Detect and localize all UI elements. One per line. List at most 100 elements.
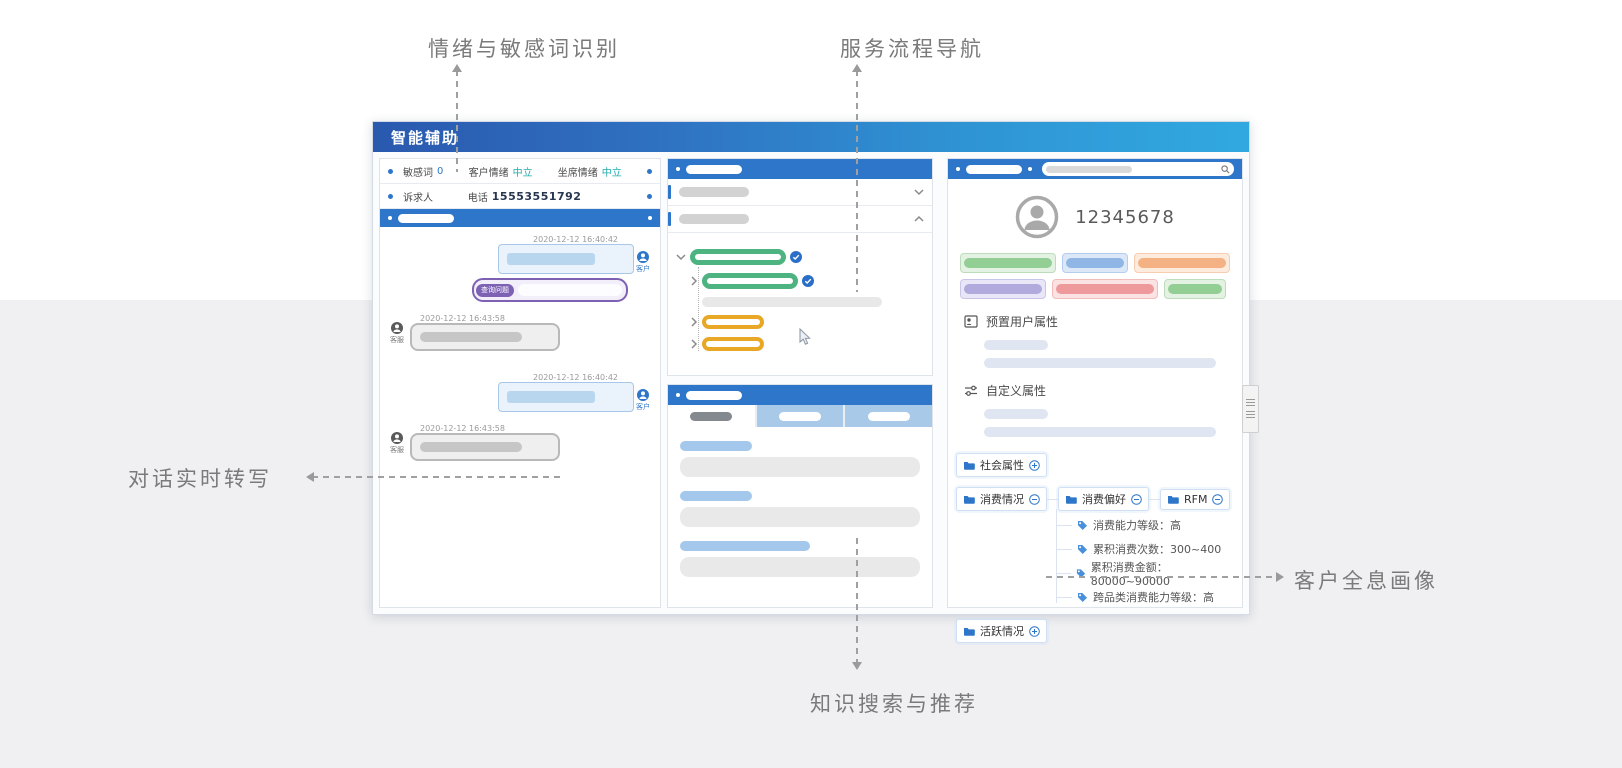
- panel-title-placeholder: [966, 165, 1022, 174]
- attribute-placeholder: [984, 358, 1216, 368]
- chat-message-customer: 2020-12-12 16:40:42 客户: [388, 373, 652, 412]
- minus-circle-icon[interactable]: [1029, 494, 1040, 505]
- customer-bubble: [498, 382, 634, 412]
- agent-emotion-label: 坐席情绪: [558, 164, 598, 179]
- chevron-down-icon[interactable]: [676, 253, 686, 261]
- message-timestamp: 2020-12-12 16:40:42: [533, 235, 618, 244]
- leaf-tag-label: 累积消费次数：300~400: [1093, 541, 1221, 557]
- message-timestamp: 2020-12-12 16:43:58: [420, 314, 560, 323]
- tab-knowledge-2[interactable]: [757, 405, 844, 427]
- profile-tag-green: [1164, 279, 1226, 299]
- tree-node-rfm[interactable]: RFM: [1160, 489, 1230, 510]
- user-identity-row: 12345678: [948, 195, 1242, 239]
- phone-number: 15553551792: [492, 190, 582, 203]
- chevron-up-icon[interactable]: [914, 215, 924, 223]
- preset-attributes-section: 预置用户属性: [948, 313, 1242, 368]
- plus-circle-icon[interactable]: [1029, 460, 1040, 471]
- tree-node-label: 活跃情况: [980, 623, 1024, 639]
- leaf-tag: 消费能力等级：高: [1072, 513, 1234, 537]
- pin-dot-icon: [647, 169, 652, 174]
- leaf-tag: 累积消费金额：80000~90000: [1072, 561, 1234, 585]
- grip-lines-icon: [1246, 411, 1255, 419]
- leaf-tag-label: 跨品类消费能力等级：高: [1093, 589, 1214, 605]
- search-icon[interactable]: [1221, 165, 1230, 174]
- arrow-up-icon: [852, 64, 862, 72]
- phone-label: 电话: [468, 189, 488, 204]
- avatar-column: 客户: [634, 389, 652, 412]
- check-circle-icon: [802, 275, 814, 287]
- service-flow-header: [668, 159, 932, 179]
- folder-icon: [963, 460, 975, 470]
- side-panel-handle[interactable]: [1242, 385, 1259, 433]
- minus-circle-icon[interactable]: [1212, 494, 1223, 505]
- check-circle-icon: [790, 251, 802, 263]
- tree-connector: [1056, 573, 1071, 574]
- flow-step-pending[interactable]: [690, 315, 932, 329]
- message-stack: 2020-12-12 16:43:58: [410, 314, 560, 351]
- arrow-up-icon: [452, 64, 462, 72]
- white-dot-icon: [676, 393, 680, 397]
- agent-avatar-icon: [391, 322, 403, 334]
- chevron-right-icon[interactable]: [690, 276, 698, 286]
- tree-node-preference[interactable]: 消费偏好: [1058, 487, 1149, 511]
- customer-bubble: [498, 244, 634, 274]
- callout-transcription: 对话实时转写: [128, 463, 272, 493]
- panel-title-placeholder: [686, 165, 742, 174]
- section-label: 预置用户属性: [986, 313, 1058, 330]
- folder-icon: [963, 494, 975, 504]
- sliders-icon: [964, 384, 978, 397]
- cursor-icon: [798, 328, 812, 346]
- result-title-placeholder[interactable]: [680, 491, 752, 501]
- message-row: 客户: [498, 244, 652, 274]
- user-avatar-icon: [1015, 195, 1059, 239]
- profile-tag-blue: [1062, 253, 1128, 273]
- profile-tag-purple: [960, 279, 1046, 299]
- chevron-right-icon[interactable]: [690, 339, 698, 349]
- arrow-down-icon: [852, 662, 862, 670]
- tree-node-social[interactable]: 社会属性: [956, 453, 1047, 477]
- avatar-column: 客户: [634, 251, 652, 274]
- tree-connector: [1056, 549, 1072, 550]
- flow-group-collapsed[interactable]: [668, 179, 932, 206]
- flow-step-completed[interactable]: [690, 273, 932, 289]
- avatar-role-label: 客服: [390, 445, 404, 455]
- knowledge-results: [668, 427, 932, 577]
- tab-knowledge-1[interactable]: [668, 405, 755, 427]
- agent-avatar-icon: [391, 432, 403, 444]
- minus-circle-icon[interactable]: [1131, 494, 1142, 505]
- white-dot-icon: [648, 216, 652, 220]
- flow-group-expanded[interactable]: [668, 206, 932, 233]
- tag-icon: [1077, 520, 1088, 531]
- tag-row: [960, 279, 1230, 299]
- custom-attributes-section: 自定义属性: [948, 382, 1242, 437]
- white-dot-icon: [676, 167, 680, 171]
- app-titlebar: 智能辅助: [373, 122, 1249, 152]
- plus-circle-icon[interactable]: [1029, 626, 1040, 637]
- white-dot-icon: [1028, 167, 1032, 171]
- chevron-down-icon[interactable]: [914, 188, 924, 196]
- highlight-message-wrap: 查询问题: [388, 274, 652, 302]
- chat-transcript-area: 2020-12-12 16:40:42 客户 查询问题: [380, 227, 660, 461]
- group-label-placeholder: [679, 187, 749, 197]
- result-snippet-placeholder: [680, 557, 920, 577]
- bubble-text-placeholder: [518, 284, 622, 296]
- tab-knowledge-3[interactable]: [845, 405, 932, 427]
- flow-step-completed[interactable]: [676, 249, 932, 265]
- tree-node-consumption[interactable]: 消费情况: [956, 487, 1047, 511]
- tree-node-activity[interactable]: 活跃情况: [956, 619, 1047, 643]
- chevron-right-icon[interactable]: [690, 317, 698, 327]
- message-timestamp: 2020-12-12 16:40:42: [533, 373, 618, 382]
- id-badge-icon: [964, 315, 978, 328]
- callout-profile: 客户全息画像: [1294, 565, 1438, 595]
- step-pill-yellow: [702, 337, 764, 351]
- tab-label-placeholder: [690, 412, 732, 421]
- profile-tag-cloud: [960, 253, 1230, 299]
- result-snippet-placeholder: [680, 507, 920, 527]
- section-header: 自定义属性: [964, 382, 1242, 399]
- result-title-placeholder[interactable]: [680, 441, 752, 451]
- tree-row-social: 社会属性: [956, 453, 1234, 477]
- avatar-role-label: 客户: [636, 264, 650, 274]
- result-title-placeholder[interactable]: [680, 541, 810, 551]
- arrow-left-icon: [306, 472, 314, 482]
- profile-search-input[interactable]: [1042, 162, 1234, 176]
